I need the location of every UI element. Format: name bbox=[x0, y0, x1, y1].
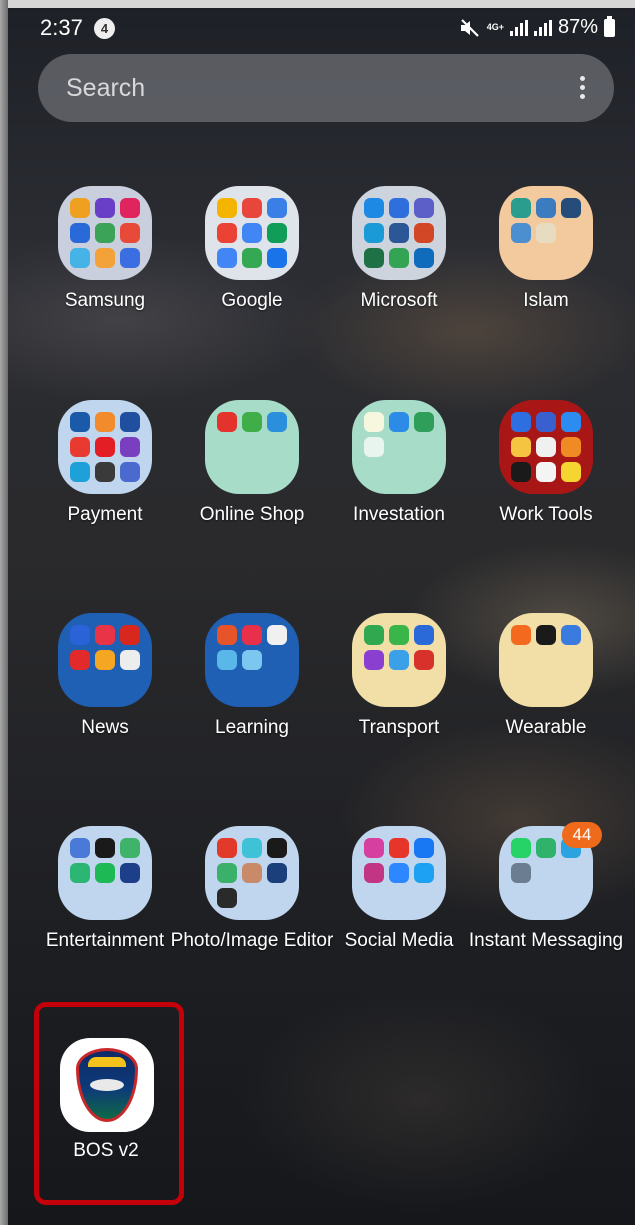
status-bar: 2:37 4 4G+ 87% bbox=[0, 8, 635, 50]
folder-label: News bbox=[81, 717, 129, 738]
more-vert-icon[interactable] bbox=[580, 76, 586, 102]
status-icons: 4G+ 87% bbox=[459, 15, 615, 39]
folder-label: Social Media bbox=[344, 930, 454, 951]
folder-label: Payment bbox=[67, 504, 143, 525]
battery-percent: 87% bbox=[557, 16, 598, 38]
folder-samsung-icon[interactable] bbox=[58, 186, 152, 280]
folder-investation-icon[interactable] bbox=[352, 400, 446, 494]
folder-google-icon[interactable] bbox=[205, 186, 299, 280]
folder-online-shop-icon[interactable] bbox=[205, 400, 299, 494]
folder-label: Learning bbox=[215, 717, 289, 738]
folder-label: Work Tools bbox=[499, 504, 593, 525]
folder-label: Photo/Image Editor bbox=[170, 930, 334, 951]
folder-wearable-icon[interactable] bbox=[499, 613, 593, 707]
folder-label: Samsung bbox=[64, 290, 146, 311]
folder-entertainment-icon[interactable] bbox=[58, 826, 152, 920]
app-label: BOS v2 bbox=[73, 1140, 139, 1161]
search-input[interactable]: Search bbox=[66, 74, 145, 103]
top-strip bbox=[0, 0, 635, 8]
mute-icon bbox=[460, 18, 479, 37]
folder-label: Transport bbox=[358, 717, 440, 738]
signal-icon bbox=[509, 19, 528, 36]
folder-islam-icon[interactable] bbox=[499, 186, 593, 280]
folder-label: Entertainment bbox=[45, 930, 165, 951]
battery-icon bbox=[604, 15, 615, 37]
notification-count-badge: 4 bbox=[94, 18, 115, 39]
folder-payment-icon[interactable] bbox=[58, 400, 152, 494]
signal-icon bbox=[533, 19, 552, 36]
folder-microsoft-icon[interactable] bbox=[352, 186, 446, 280]
bos-logo-mark bbox=[90, 1079, 124, 1091]
bos-shield-emblem bbox=[76, 1048, 138, 1122]
folder-news-icon[interactable] bbox=[58, 613, 152, 707]
clock: 2:37 bbox=[40, 15, 83, 40]
search-bar[interactable]: Search bbox=[38, 54, 614, 122]
folder-label: Microsoft bbox=[360, 290, 438, 311]
bos-logo-banner bbox=[88, 1057, 126, 1067]
folder-label: Wearable bbox=[505, 717, 587, 738]
folder-label: Google bbox=[221, 290, 283, 311]
folder-label: Instant Messaging bbox=[468, 930, 624, 951]
folder-social-media-icon[interactable] bbox=[352, 826, 446, 920]
network-type: 4G+ bbox=[486, 22, 504, 32]
folder-transport-icon[interactable] bbox=[352, 613, 446, 707]
folder-learning-icon[interactable] bbox=[205, 613, 299, 707]
bos-logo-icon[interactable] bbox=[60, 1038, 154, 1132]
folder-work-tools-icon[interactable] bbox=[499, 400, 593, 494]
folder-label: Investation bbox=[353, 504, 445, 525]
folder-photo-image-editor-icon[interactable] bbox=[205, 826, 299, 920]
unread-count-badge: 44 bbox=[562, 822, 602, 848]
folder-label: Islam bbox=[523, 290, 569, 311]
app-drawer-screen: 2:37 4 4G+ 87% Search Samsung Google Mic… bbox=[0, 0, 635, 1225]
folder-label: Online Shop bbox=[199, 504, 305, 525]
left-edge bbox=[0, 0, 8, 1225]
